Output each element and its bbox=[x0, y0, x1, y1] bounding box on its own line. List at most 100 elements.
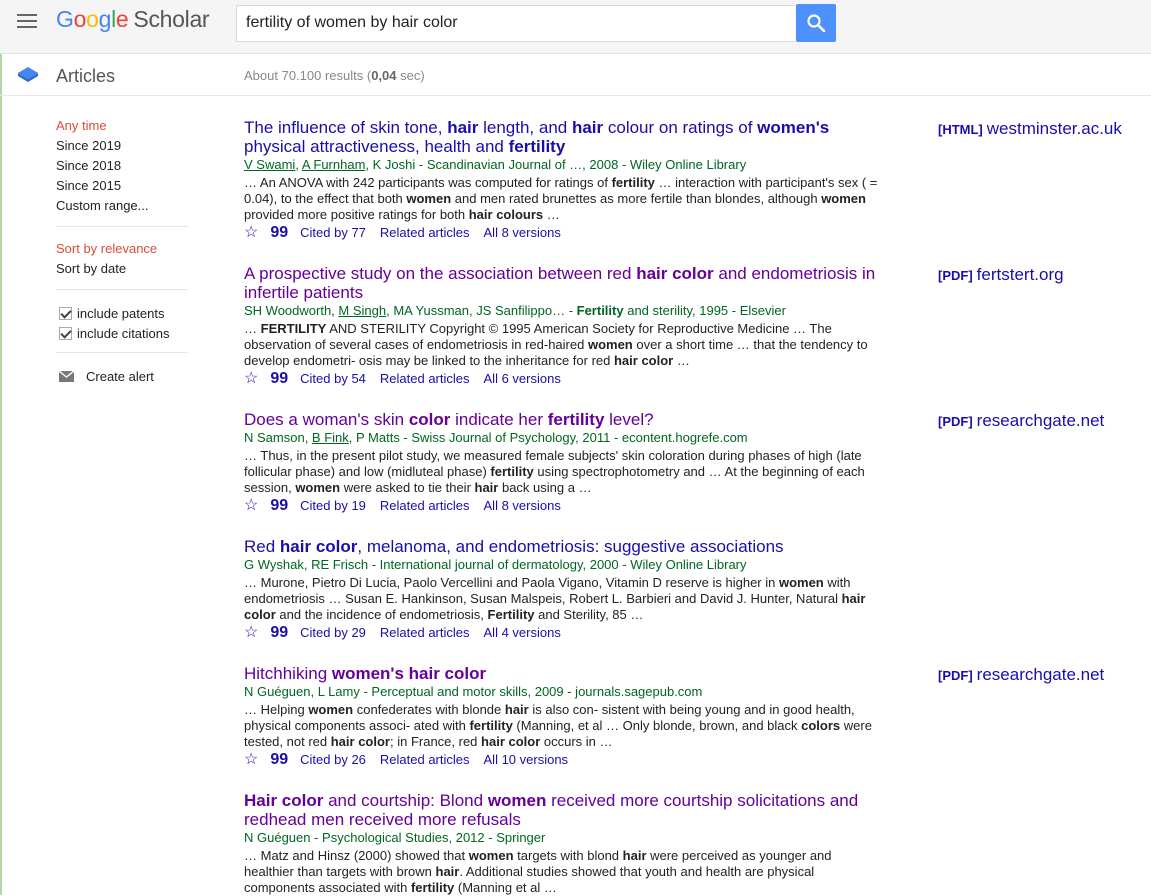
fulltext-domain: researchgate.net bbox=[976, 411, 1105, 430]
sub-header: Articles About 70.100 results (0,04 sec) bbox=[0, 54, 1151, 96]
include-citations-checkbox[interactable]: include citations bbox=[56, 323, 188, 343]
result-actions: ☆ 99 Cited by 19 Related articles All 8 vers… bbox=[244, 497, 884, 515]
checkbox-checked-icon bbox=[59, 326, 72, 340]
result-snippet: … Murone, Pietro Di Lucia, Paolo Vercell… bbox=[244, 575, 866, 622]
search-result: Red hair color, melanoma, and endometrio… bbox=[244, 537, 884, 642]
fulltext-link[interactable]: [PDF] researchgate.net bbox=[938, 411, 1104, 431]
checkbox-checked-icon bbox=[59, 306, 72, 320]
time-filter-2018[interactable]: Since 2018 bbox=[56, 157, 188, 177]
create-alert-button[interactable]: Create alert bbox=[56, 366, 188, 386]
cited-by-link[interactable]: Cited by 29 bbox=[300, 624, 366, 642]
cite-quote-icon[interactable]: 99 bbox=[270, 497, 288, 515]
related-articles-link[interactable]: Related articles bbox=[380, 624, 470, 642]
divider bbox=[56, 226, 188, 227]
all-versions-link[interactable]: All 8 versions bbox=[484, 497, 561, 515]
search-result: Does a woman's skin color indicate her f… bbox=[244, 410, 884, 515]
result-authors: G Wyshak, RE Frisch - International jour… bbox=[244, 557, 747, 572]
fulltext-domain: westminster.ac.uk bbox=[986, 119, 1122, 138]
result-snippet: … Matz and Hinsz (2000) showed that wome… bbox=[244, 848, 832, 895]
divider bbox=[56, 352, 188, 353]
result-snippet: … FERTILITY AND STERILITY Copyright © 19… bbox=[244, 321, 868, 368]
save-star-icon[interactable]: ☆ bbox=[244, 497, 258, 515]
fulltext-link[interactable]: [PDF] fertstert.org bbox=[938, 265, 1064, 285]
result-authors: N Samson, B Fink, P Matts - Swiss Journa… bbox=[244, 430, 748, 445]
related-articles-link[interactable]: Related articles bbox=[380, 224, 470, 242]
search-result: Hair color and courtship: Blond women re… bbox=[244, 791, 884, 896]
time-filter-2015[interactable]: Since 2015 bbox=[56, 177, 188, 197]
include-patents-checkbox[interactable]: include patents bbox=[56, 303, 188, 323]
fulltext-link[interactable]: [HTML] westminster.ac.uk bbox=[938, 119, 1122, 139]
results-count: About 70.100 results (0,04 sec) bbox=[244, 68, 425, 83]
cited-by-link[interactable]: Cited by 77 bbox=[300, 224, 366, 242]
result-authors: SH Woodworth, M Singh, MA Yussman, JS Sa… bbox=[244, 303, 786, 318]
save-star-icon[interactable]: ☆ bbox=[244, 370, 258, 388]
save-star-icon[interactable]: ☆ bbox=[244, 624, 258, 642]
scholar-wordmark: Scholar bbox=[133, 6, 210, 32]
left-accent-line bbox=[0, 54, 2, 895]
result-title-link[interactable]: Red hair color, melanoma, and endometrio… bbox=[244, 537, 884, 556]
related-articles-link[interactable]: Related articles bbox=[380, 751, 470, 769]
cited-by-link[interactable]: Cited by 54 bbox=[300, 370, 366, 388]
logo-letter: o bbox=[86, 6, 99, 32]
cited-by-link[interactable]: Cited by 26 bbox=[300, 751, 366, 769]
result-title-link[interactable]: Hair color and courtship: Blond women re… bbox=[244, 791, 884, 829]
search-input[interactable] bbox=[237, 6, 786, 39]
result-authors: V Swami, A Furnham, K Joshi - Scandinavi… bbox=[244, 157, 747, 172]
checkbox-label: include patents bbox=[77, 305, 165, 321]
result-title-link[interactable]: Does a woman's skin color indicate her f… bbox=[244, 410, 884, 429]
result-authors: N Guéguen - Psychological Studies, 2012 … bbox=[244, 830, 546, 845]
result-actions: ☆ 99 Cited by 26 Related articles All 10 ver… bbox=[244, 751, 884, 769]
fulltext-domain: fertstert.org bbox=[976, 265, 1064, 284]
search-box bbox=[236, 5, 795, 42]
create-alert-label: Create alert bbox=[86, 368, 154, 384]
result-title-link[interactable]: A prospective study on the association b… bbox=[244, 264, 884, 302]
divider bbox=[56, 289, 188, 290]
all-versions-link[interactable]: All 6 versions bbox=[484, 370, 561, 388]
time-filter-custom[interactable]: Custom range... bbox=[56, 197, 188, 217]
google-wordmark: Google bbox=[56, 6, 129, 32]
section-title: Articles bbox=[56, 66, 116, 86]
cite-quote-icon[interactable]: 99 bbox=[270, 751, 288, 769]
result-snippet: … Thus, in the present pilot study, we m… bbox=[244, 448, 865, 495]
graduation-cap-icon bbox=[18, 67, 38, 82]
results-count-prefix: About 70.100 results ( bbox=[244, 68, 372, 83]
all-versions-link[interactable]: All 8 versions bbox=[484, 224, 561, 242]
related-articles-link[interactable]: Related articles bbox=[380, 497, 470, 515]
search-button[interactable] bbox=[796, 4, 836, 42]
result-actions: ☆ 99 Cited by 54 Related articles All 6 vers… bbox=[244, 370, 884, 388]
sort-relevance[interactable]: Sort by relevance bbox=[56, 240, 188, 260]
time-filter-2019[interactable]: Since 2019 bbox=[56, 137, 188, 157]
search-result: Hitchhiking women's hair color N Guéguen,… bbox=[244, 664, 884, 769]
hamburger-menu-icon[interactable] bbox=[17, 14, 39, 32]
related-articles-link[interactable]: Related articles bbox=[380, 370, 470, 388]
result-title-link[interactable]: Hitchhiking women's hair color bbox=[244, 664, 884, 683]
search-result: The influence of skin tone, hair length,… bbox=[244, 118, 884, 242]
logo-letter: e bbox=[115, 6, 129, 32]
result-authors: N Guéguen, L Lamy - Perceptual and motor… bbox=[244, 684, 703, 699]
cited-by-link[interactable]: Cited by 19 bbox=[300, 497, 366, 515]
sidebar: Any time Since 2019 Since 2018 Since 201… bbox=[56, 117, 188, 386]
sort-date[interactable]: Sort by date bbox=[56, 260, 188, 280]
cite-quote-icon[interactable]: 99 bbox=[270, 624, 288, 642]
cite-quote-icon[interactable]: 99 bbox=[270, 370, 288, 388]
envelope-icon bbox=[59, 370, 74, 382]
save-star-icon[interactable]: ☆ bbox=[244, 751, 258, 769]
result-title-link[interactable]: The influence of skin tone, hair length,… bbox=[244, 118, 884, 156]
time-filter-any[interactable]: Any time bbox=[56, 117, 188, 137]
search-result: A prospective study on the association b… bbox=[244, 264, 884, 388]
fulltext-domain: researchgate.net bbox=[976, 665, 1105, 684]
fulltext-type-tag: [PDF] bbox=[938, 268, 973, 283]
logo-letter: G bbox=[56, 6, 74, 32]
results-time: 0,04 bbox=[371, 68, 397, 83]
fulltext-type-tag: [PDF] bbox=[938, 414, 973, 429]
all-versions-link[interactable]: All 4 versions bbox=[484, 624, 561, 642]
cite-quote-icon[interactable]: 99 bbox=[270, 224, 288, 242]
search-icon bbox=[807, 14, 826, 33]
result-actions: ☆ 99 Cited by 29 Related articles All 4 vers… bbox=[244, 624, 884, 642]
fulltext-link[interactable]: [PDF] researchgate.net bbox=[938, 665, 1104, 685]
logo-letter: g bbox=[98, 6, 112, 32]
all-versions-link[interactable]: All 10 versions bbox=[484, 751, 569, 769]
google-scholar-logo[interactable]: Google Scholar bbox=[56, 6, 210, 33]
result-snippet: … Helping women confederates with blonde… bbox=[244, 702, 872, 749]
save-star-icon[interactable]: ☆ bbox=[244, 224, 258, 242]
